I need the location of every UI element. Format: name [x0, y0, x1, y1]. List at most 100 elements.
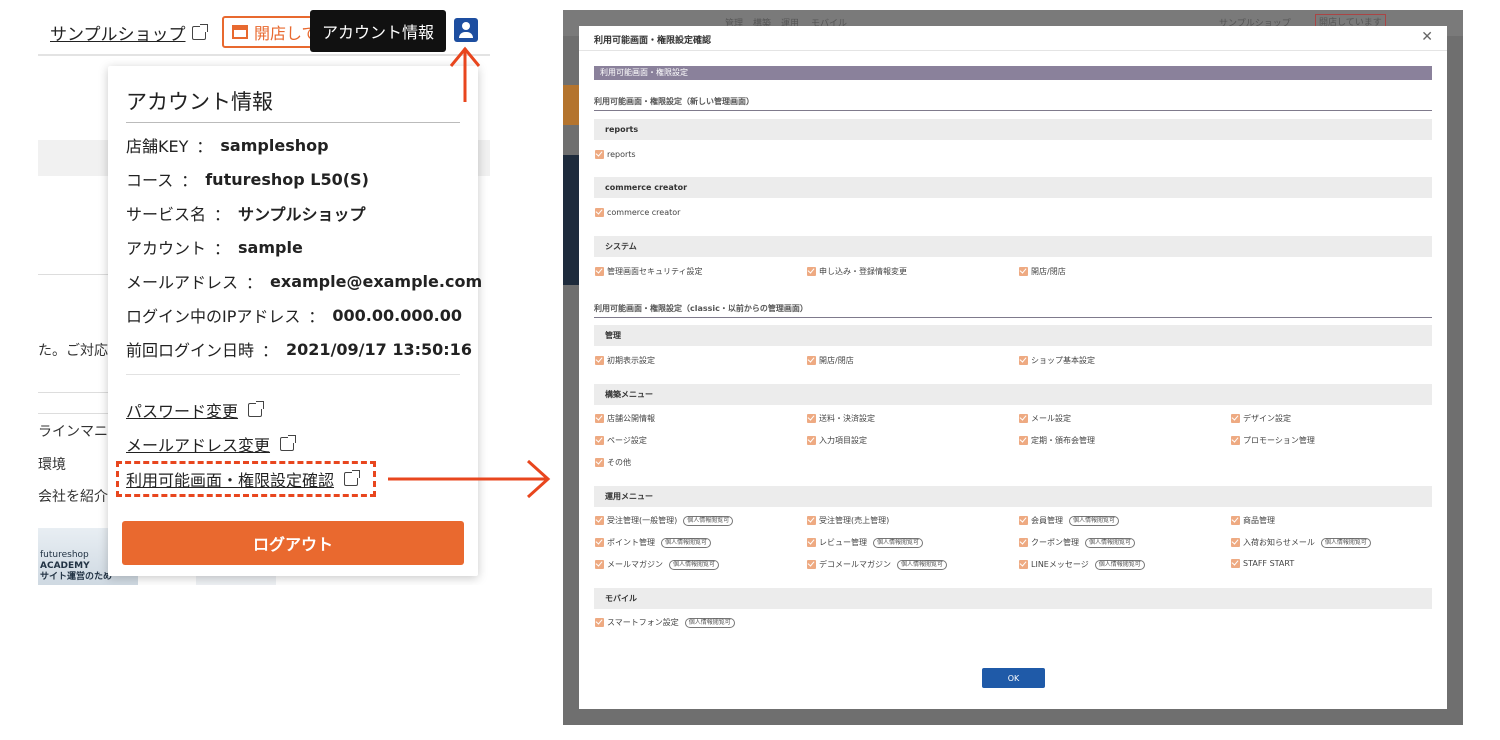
background-block [563, 155, 579, 285]
background-block [563, 85, 579, 125]
item-label: 入荷お知らせメール [1243, 538, 1315, 547]
close-icon[interactable]: ✕ [1421, 29, 1433, 45]
info-row-email: メールアドレス ： example@example.com [126, 264, 482, 298]
info-sep: ： [308, 307, 325, 326]
modal-banner: 利用可能画面・権限設定 [594, 66, 1432, 80]
item-label: reports [607, 150, 636, 159]
permission-item: クーポン管理 個人情報閲覧可 [1019, 537, 1136, 548]
checkbox-icon [1019, 267, 1028, 276]
permission-item: STAFF START [1231, 559, 1294, 568]
item-label: LINEメッセージ [1031, 560, 1089, 569]
item-label: 申し込み・登録情報変更 [819, 267, 907, 276]
permission-item: メール設定 [1019, 413, 1071, 424]
item-label: 送料・決済設定 [819, 414, 875, 423]
group-operation-menu: 運用メニュー [594, 486, 1432, 507]
permission-item: 会員管理 個人情報閲覧可 [1019, 515, 1120, 526]
group-system: システム [594, 236, 1432, 257]
info-label: ログイン中のIPアドレス [126, 307, 301, 326]
permission-item: 受注管理(売上管理) [807, 515, 889, 526]
permission-modal-screenshot: 管理 構築 運用 モバイル サンプルショップ 開店しています 利用可能画面・権限… [563, 10, 1463, 725]
permission-item: レビュー管理 個人情報閲覧可 [807, 537, 924, 548]
info-label: メールアドレス [126, 273, 239, 292]
permission-item: 送料・決済設定 [807, 413, 875, 424]
shop-link-label: サンプルショップ [50, 25, 186, 45]
privacy-tag: 個人情報閲覧可 [1094, 559, 1145, 570]
section-classic-admin: 利用可能画面・権限設定（classic・以前からの管理画面） [594, 303, 1432, 318]
popup-title: アカウント情報 [126, 86, 460, 123]
info-row-service: サービス名 ： サンプルショップ [126, 196, 471, 230]
checkbox-icon [595, 267, 604, 276]
group-build-menu: 構築メニュー [594, 384, 1432, 405]
checkbox-icon [1231, 538, 1240, 547]
privacy-tag: 個人情報閲覧可 [669, 559, 720, 570]
info-sep: ： [214, 205, 231, 224]
checkbox-icon [595, 458, 604, 467]
info-label: 前回ログイン日時 [126, 341, 255, 360]
privacy-tag: 個人情報閲覧可 [1085, 537, 1136, 548]
item-label: ページ設定 [607, 436, 647, 445]
item-label: 受注管理(売上管理) [819, 516, 890, 525]
info-label: 店舗KEY [126, 137, 189, 156]
logout-button[interactable]: ログアウト [122, 521, 464, 565]
link-label: パスワード変更 [126, 402, 239, 421]
privacy-tag: 個人情報閲覧可 [873, 537, 924, 548]
info-row-last-login: 前回ログイン日時 ： 2021/09/17 13:50:16 [126, 332, 472, 366]
account-tooltip: アカウント情報 [310, 10, 447, 52]
item-label: 店舗公開情報 [607, 414, 655, 423]
checkbox-icon [807, 267, 816, 276]
popup-divider [126, 374, 460, 375]
store-open-button[interactable]: 開店して [222, 16, 322, 48]
right-arrow-icon [388, 459, 551, 499]
permission-item: スマートフォン設定 個人情報閲覧可 [595, 617, 735, 628]
ok-button[interactable]: OK [982, 668, 1045, 688]
permission-item: デザイン設定 [1231, 413, 1291, 424]
permission-item: 申し込み・登録情報変更 [807, 266, 907, 277]
external-link-icon [248, 401, 265, 417]
checkbox-icon [595, 560, 604, 569]
user-icon[interactable] [454, 18, 478, 42]
info-value: 2021/09/17 13:50:16 [286, 339, 472, 359]
permission-item: メールマガジン 個人情報閲覧可 [595, 559, 720, 570]
info-value: 000.00.000.00 [332, 305, 462, 325]
account-info-list: 店舗KEY ： sampleshop コース ： futureshop L50(S) サ… [126, 128, 482, 366]
external-link-icon [280, 435, 297, 451]
email-change-link[interactable]: メールアドレス変更 [126, 432, 297, 456]
permission-item: 初期表示設定 [595, 355, 655, 366]
item-label: デザイン設定 [1243, 414, 1291, 423]
permission-item: デコメールマガジン 個人情報閲覧可 [807, 559, 948, 570]
info-value: サンプルショップ [238, 205, 366, 224]
item-label: 入力項目設定 [819, 436, 867, 445]
permission-item: LINEメッセージ 個人情報閲覧可 [1019, 559, 1145, 570]
modal-header-divider [579, 50, 1447, 51]
store-open-label: 開店して [254, 24, 318, 43]
link-label: メールアドレス変更 [126, 436, 271, 455]
privacy-tag: 個人情報閲覧可 [661, 537, 712, 548]
background-text: 環境 [38, 457, 66, 473]
group-commerce-creator: commerce creator [594, 177, 1432, 198]
item-label: その他 [607, 458, 631, 467]
checkbox-icon [807, 516, 816, 525]
info-value: futureshop L50(S) [205, 169, 369, 189]
info-value: example@example.com [270, 271, 483, 291]
info-row-ip: ログイン中のIPアドレス ： 000.00.000.00 [126, 298, 471, 332]
info-label: サービス名 [126, 205, 207, 224]
permission-item: 入荷お知らせメール 個人情報閲覧可 [1231, 537, 1371, 548]
checkbox-icon [807, 414, 816, 423]
shop-link[interactable]: サンプルショップ [50, 20, 208, 45]
item-label: メールマガジン [607, 560, 663, 569]
info-sep: ： [262, 341, 279, 360]
checkbox-icon [595, 618, 604, 627]
privacy-tag: 個人情報閲覧可 [1320, 537, 1371, 548]
checkbox-icon [595, 516, 604, 525]
permission-item: commerce creator [595, 208, 680, 217]
info-sep: ： [196, 137, 213, 156]
permission-item: 受注管理(一般管理) 個人情報閲覧可 [595, 515, 734, 526]
checkbox-icon [1019, 516, 1028, 525]
password-change-link[interactable]: パスワード変更 [126, 398, 265, 422]
permission-item: 開店/閉店 [1019, 266, 1066, 277]
checkbox-icon [807, 538, 816, 547]
info-label: コース [126, 171, 174, 190]
divider [38, 413, 118, 414]
item-label: 商品管理 [1243, 516, 1275, 525]
checkbox-icon [595, 356, 604, 365]
